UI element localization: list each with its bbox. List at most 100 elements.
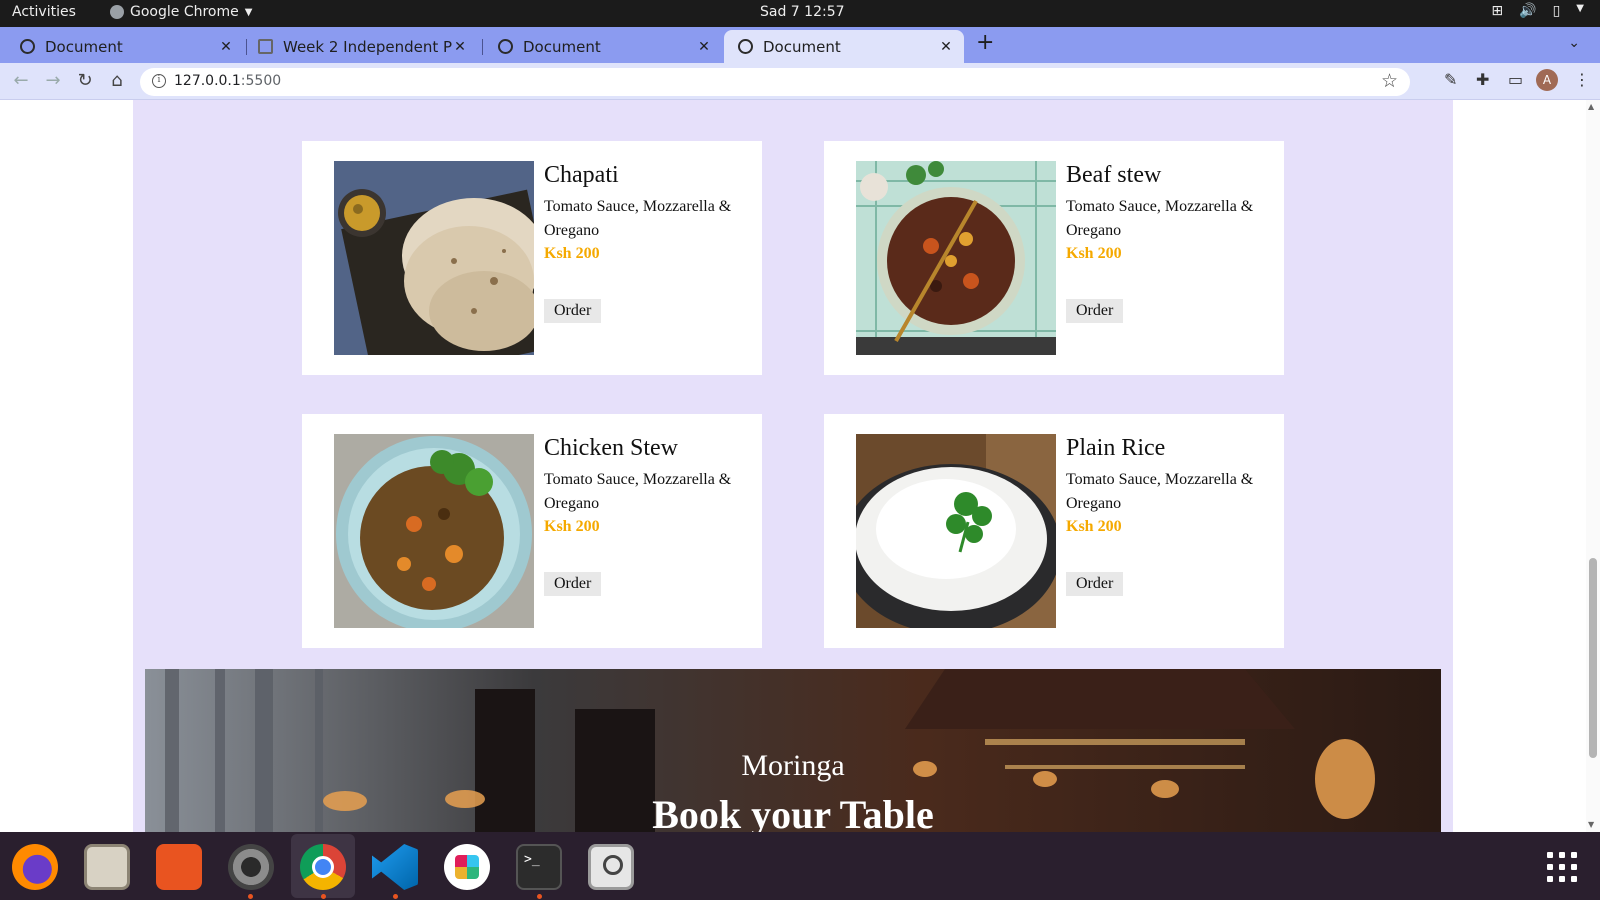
- back-button[interactable]: ←: [10, 70, 32, 91]
- app-menu[interactable]: Google Chrome ▼: [110, 4, 252, 20]
- tray-caret-icon: ▼: [1576, 3, 1584, 14]
- close-tab-icon[interactable]: ✕: [938, 39, 954, 55]
- tab-document-2[interactable]: Document ✕: [478, 30, 722, 63]
- menu-card-info: Beaf stew Tomato Sauce, Mozzarella & Ore…: [1066, 161, 1266, 265]
- close-tab-icon[interactable]: ✕: [218, 39, 234, 55]
- menu-card-info: Chicken Stew Tomato Sauce, Mozzarella & …: [544, 434, 744, 538]
- page-viewport: Chapati Tomato Sauce, Mozzarella & Orega…: [0, 100, 1600, 832]
- tab-strip: Document ✕ Week 2 Independent Proj ✕ Doc…: [0, 27, 1600, 63]
- new-tab-button[interactable]: +: [976, 30, 994, 55]
- tab-search-icon[interactable]: ⌄: [1568, 35, 1580, 51]
- globe-icon: [738, 39, 753, 54]
- system-tray[interactable]: ⊞ 🔊 ▯ ▼: [1491, 3, 1584, 19]
- chicken-stew-image: [334, 434, 534, 628]
- reload-button[interactable]: ↻: [74, 70, 96, 91]
- vscode-icon[interactable]: [372, 844, 418, 890]
- eyedropper-extension-icon[interactable]: ✎: [1444, 70, 1457, 89]
- scroll-up-arrow-icon[interactable]: ▲: [1588, 102, 1594, 111]
- chrome-app-icon: [110, 5, 124, 19]
- tab-title: Document: [763, 37, 841, 56]
- menu-card-plain-rice: Plain Rice Tomato Sauce, Mozzarella & Or…: [824, 414, 1284, 648]
- tab-document-1[interactable]: Document ✕: [0, 30, 244, 63]
- menu-card-chapati: Chapati Tomato Sauce, Mozzarella & Orega…: [302, 141, 762, 375]
- terminal-icon[interactable]: >_: [516, 844, 562, 890]
- home-button[interactable]: ⌂: [106, 70, 128, 91]
- booking-banner: Moringa Book your Table: [145, 669, 1441, 832]
- dish-description: Tomato Sauce, Mozzarella & Oregano: [544, 471, 732, 512]
- running-indicator: [321, 894, 326, 899]
- banner-brand: Moringa: [741, 749, 845, 782]
- tab-week2-project[interactable]: Week 2 Independent Proj ✕: [238, 30, 478, 63]
- order-button[interactable]: Order: [544, 572, 602, 596]
- menu-card-beaf-stew: Beaf stew Tomato Sauce, Mozzarella & Ore…: [824, 141, 1284, 375]
- extensions-puzzle-icon[interactable]: ✚: [1476, 70, 1489, 89]
- slack-icon[interactable]: [444, 844, 490, 890]
- chrome-icon-center: [312, 856, 334, 878]
- address-bar[interactable]: i 127.0.0.1:5500 ☆: [140, 68, 1410, 96]
- settings-icon[interactable]: [228, 844, 274, 890]
- chapati-image: [334, 161, 534, 355]
- plain-rice-image: [856, 434, 1056, 628]
- system-top-bar: Activities Google Chrome ▼ Sad 7 12:57 ⊞…: [0, 0, 1600, 27]
- dish-price: Ksh 200: [544, 518, 600, 535]
- app-store-icon[interactable]: [156, 844, 202, 890]
- menu-card-info: Plain Rice Tomato Sauce, Mozzarella & Or…: [1066, 434, 1266, 538]
- files-icon[interactable]: [84, 844, 130, 890]
- bookmark-star-icon[interactable]: ☆: [1381, 70, 1398, 92]
- tab-title: Document: [523, 37, 601, 56]
- tab-title: Document: [45, 37, 123, 56]
- dish-name: Beaf stew: [1066, 162, 1162, 188]
- dish-price: Ksh 200: [1066, 245, 1122, 262]
- page-scrollbar[interactable]: ▲ ▼: [1586, 100, 1600, 832]
- order-button[interactable]: Order: [1066, 299, 1124, 323]
- dish-name: Chicken Stew: [544, 435, 678, 461]
- forward-button[interactable]: →: [42, 70, 64, 91]
- beef-stew-photo: [856, 161, 1056, 355]
- tab-title: Week 2 Independent Proj: [283, 37, 452, 56]
- chapati-photo: [334, 161, 534, 355]
- site-info-icon[interactable]: i: [152, 74, 166, 88]
- tab-document-active[interactable]: Document ✕: [724, 30, 964, 63]
- dish-price: Ksh 200: [544, 245, 600, 262]
- order-button[interactable]: Order: [544, 299, 602, 323]
- globe-icon: [498, 39, 513, 54]
- magnifier-icon: [603, 855, 623, 875]
- order-button[interactable]: Order: [1066, 572, 1124, 596]
- app-menu-label: Google Chrome: [130, 4, 239, 20]
- dish-description: Tomato Sauce, Mozzarella & Oregano: [1066, 471, 1254, 512]
- activities-button[interactable]: Activities: [12, 4, 76, 20]
- scroll-down-arrow-icon[interactable]: ▼: [1588, 820, 1594, 829]
- globe-icon: [20, 39, 35, 54]
- show-apps-grid-icon[interactable]: [1547, 852, 1577, 882]
- menu-card-chicken-stew: Chicken Stew Tomato Sauce, Mozzarella & …: [302, 414, 762, 648]
- battery-icon: ▯: [1552, 3, 1561, 19]
- close-tab-icon[interactable]: ✕: [452, 39, 468, 55]
- chicken-stew-photo: [334, 434, 534, 628]
- running-indicator: [537, 894, 542, 899]
- menu-kebab-icon[interactable]: ⋮: [1574, 70, 1590, 89]
- running-indicator: [393, 894, 398, 899]
- close-tab-icon[interactable]: ✕: [696, 39, 712, 55]
- cast-icon[interactable]: ▭: [1508, 70, 1523, 89]
- project-favicon-icon: [258, 39, 273, 54]
- dish-price: Ksh 200: [1066, 518, 1122, 535]
- browser-toolbar: ← → ↻ ⌂ i 127.0.0.1:5500 ☆ ✎ ✚ ▭ A ⋮: [0, 63, 1600, 100]
- url-text: 127.0.0.1:5500: [174, 73, 281, 89]
- dish-name: Chapati: [544, 162, 619, 188]
- caret-down-icon: ▼: [244, 6, 253, 18]
- firefox-icon[interactable]: [12, 844, 58, 890]
- dish-description: Tomato Sauce, Mozzarella & Oregano: [1066, 198, 1254, 239]
- beef-stew-image: [856, 161, 1056, 355]
- clock[interactable]: Sad 7 12:57: [760, 4, 845, 20]
- menu-card-info: Chapati Tomato Sauce, Mozzarella & Orega…: [544, 161, 744, 265]
- url-host: 127.0.0.1: [174, 73, 241, 89]
- banner-title: Book your Table: [652, 792, 934, 832]
- volume-icon: 🔊: [1519, 3, 1537, 19]
- scrollbar-thumb[interactable]: [1589, 558, 1597, 758]
- dock: >_: [0, 832, 1600, 900]
- image-viewer-icon[interactable]: [588, 844, 634, 890]
- profile-avatar[interactable]: A: [1536, 69, 1558, 91]
- running-indicator: [248, 894, 253, 899]
- network-icon: ⊞: [1491, 3, 1504, 19]
- plain-rice-photo: [856, 434, 1056, 628]
